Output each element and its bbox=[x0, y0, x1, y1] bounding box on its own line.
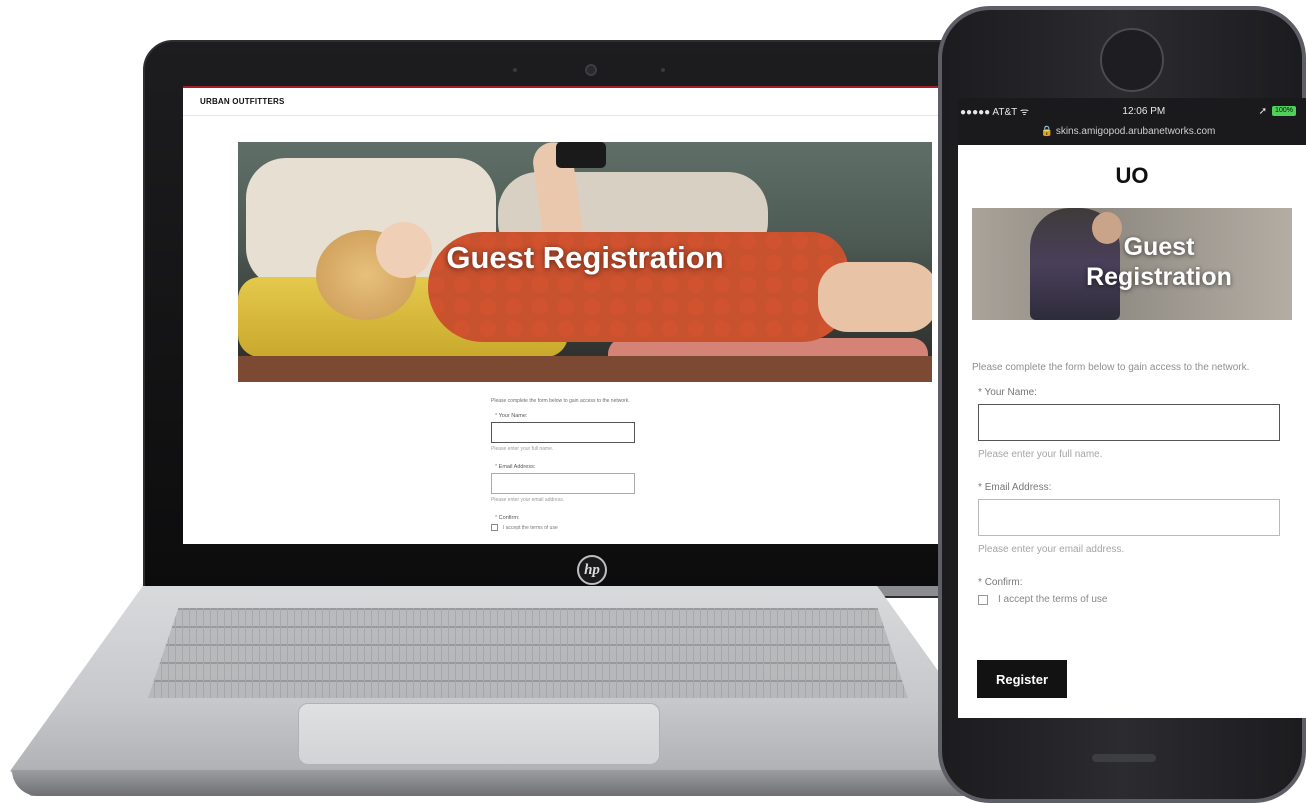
registration-form: Please complete the form below to gain a… bbox=[491, 398, 711, 531]
terms-label: I accept the terms of use bbox=[503, 524, 558, 531]
confirm-label: * Confirm: bbox=[972, 577, 1292, 588]
name-hint: Please enter your full name. bbox=[978, 449, 1103, 460]
status-bar: ●●●●● AT&T ᯤ 12:06 PM ➚ 100% 🔒 skins.ami… bbox=[958, 98, 1306, 145]
email-label: * Email Address: bbox=[491, 464, 711, 470]
name-label-text: Your Name: bbox=[498, 413, 528, 419]
confirm-label-text: Confirm: bbox=[498, 515, 520, 521]
email-label-text: Email Address: bbox=[984, 482, 1052, 493]
name-label: * Your Name: bbox=[972, 387, 1292, 398]
carrier-signal: ●●●●● AT&T ᯤ bbox=[960, 107, 1029, 118]
site-header: URBAN OUTFITTERS bbox=[183, 88, 941, 116]
hero-photo-detail bbox=[556, 142, 606, 168]
battery-icon: 100% bbox=[1272, 106, 1296, 116]
form-intro: Please complete the form below to gain a… bbox=[972, 362, 1250, 373]
laptop-base-edge bbox=[12, 770, 1012, 796]
front-camera bbox=[1100, 28, 1164, 92]
name-label: * Your Name: bbox=[491, 413, 711, 419]
email-hint: Please enter your email address. bbox=[978, 544, 1125, 555]
name-input[interactable] bbox=[491, 422, 635, 443]
registration-form: Please complete the form below to gain a… bbox=[972, 360, 1292, 605]
terms-checkbox[interactable] bbox=[491, 524, 498, 531]
confirm-label-text: Confirm: bbox=[984, 577, 1023, 588]
status-icons: ➚ 100% bbox=[1259, 106, 1296, 117]
required-marker: * bbox=[495, 515, 498, 521]
phone-screen: ●●●●● AT&T ᯤ 12:06 PM ➚ 100% 🔒 skins.ami… bbox=[958, 98, 1306, 718]
required-marker: * bbox=[978, 482, 982, 493]
confirm-label: * Confirm: bbox=[491, 515, 711, 521]
email-label-text: Email Address: bbox=[498, 464, 536, 470]
address-bar[interactable]: 🔒 skins.amigopod.arubanetworks.com bbox=[960, 126, 1296, 137]
name-input[interactable] bbox=[978, 404, 1280, 441]
terms-label: I accept the terms of use bbox=[998, 594, 1108, 605]
brand-logo[interactable]: URBAN OUTFITTERS bbox=[200, 97, 285, 106]
hero-title-line: Registration bbox=[1086, 263, 1232, 291]
register-button[interactable]: Register bbox=[977, 660, 1067, 698]
terms-row[interactable]: I accept the terms of use bbox=[972, 594, 1292, 605]
hero-title: Guest Registration bbox=[446, 240, 724, 275]
hero-photo-detail bbox=[238, 356, 932, 382]
hero-banner: Guest Registration bbox=[238, 142, 932, 382]
email-input[interactable] bbox=[978, 499, 1280, 536]
hero-title: Guest Registration bbox=[1026, 232, 1292, 292]
name-label-text: Your Name: bbox=[984, 387, 1037, 398]
required-marker: * bbox=[495, 464, 498, 470]
required-marker: * bbox=[495, 413, 498, 419]
webcam bbox=[585, 64, 597, 76]
brand-logo[interactable]: UO bbox=[958, 163, 1306, 189]
required-marker: * bbox=[978, 387, 982, 398]
email-input[interactable] bbox=[491, 473, 635, 494]
home-indicator bbox=[1092, 754, 1156, 762]
terms-checkbox[interactable] bbox=[978, 594, 988, 605]
email-label: * Email Address: bbox=[972, 482, 1292, 493]
touchpad bbox=[298, 703, 660, 765]
status-time: 12:06 PM bbox=[1122, 105, 1166, 117]
hp-logo-icon: hp bbox=[577, 555, 607, 585]
sensor-dot bbox=[661, 68, 665, 72]
keyboard bbox=[148, 608, 908, 698]
form-intro: Please complete the form below to gain a… bbox=[491, 398, 630, 404]
laptop-screen: URBAN OUTFITTERS Guest Registration Plea… bbox=[183, 86, 941, 544]
required-marker: * bbox=[978, 577, 982, 588]
hero-title-line: Guest bbox=[1123, 233, 1195, 261]
hero-banner: Guest Registration bbox=[972, 208, 1292, 320]
location-icon: ➚ bbox=[1258, 105, 1267, 117]
terms-row[interactable]: I accept the terms of use bbox=[491, 524, 711, 531]
sensor-dot bbox=[513, 68, 517, 72]
name-hint: Please enter your full name. bbox=[491, 446, 554, 452]
email-hint: Please enter your email address. bbox=[491, 497, 565, 503]
